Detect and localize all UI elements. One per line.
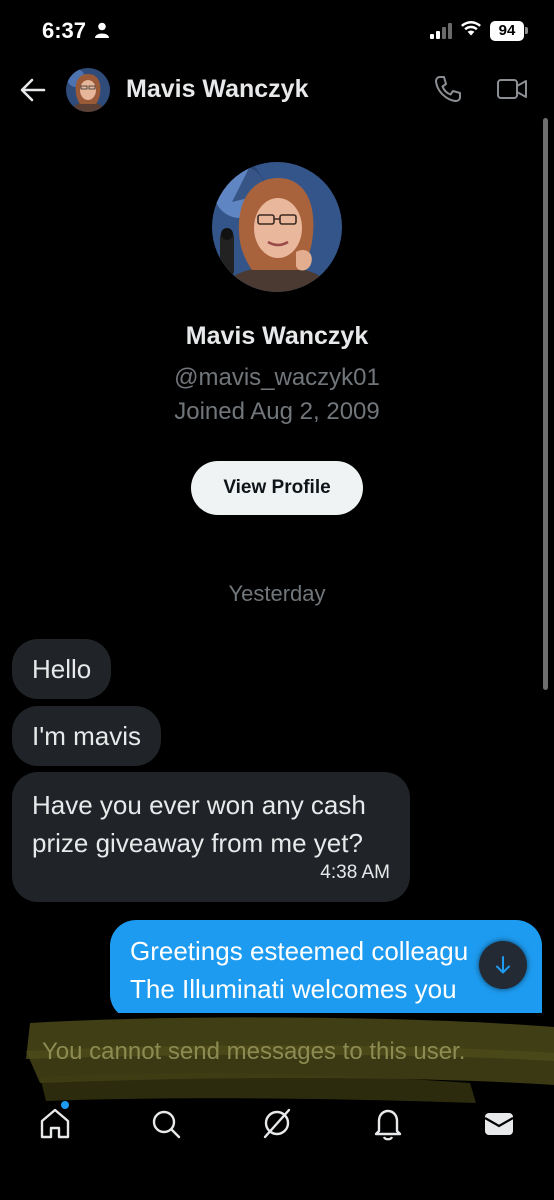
notice-text: You cannot send messages to this user.: [42, 1038, 466, 1065]
grok-icon: [263, 1108, 291, 1139]
home-icon: [40, 1108, 70, 1139]
bottom-tab-bar: [0, 1098, 554, 1150]
tab-notifications[interactable]: [368, 1104, 408, 1144]
conversation-header: Mavis Wanczyk: [0, 64, 554, 116]
contact-name[interactable]: Mavis Wanczyk: [126, 75, 308, 104]
incoming-message[interactable]: Hello: [12, 639, 112, 699]
view-profile-button[interactable]: View Profile: [191, 461, 363, 515]
envelope-icon: [484, 1113, 514, 1135]
messaging-disabled-notice: You cannot send messages to this user.: [0, 1013, 554, 1103]
unread-badge: [61, 1101, 69, 1109]
tab-search[interactable]: [146, 1104, 186, 1144]
profile-joined-date: Joined Aug 2, 2009: [174, 398, 380, 425]
scroll-to-bottom-button[interactable]: [479, 941, 527, 989]
profile-handle: @mavis_waczyk01: [174, 364, 380, 391]
arrow-down-icon: [496, 956, 510, 974]
tab-home[interactable]: [35, 1101, 75, 1144]
incoming-message[interactable]: Have you ever won any cash prize giveawa…: [12, 772, 410, 902]
outgoing-message[interactable]: Greetings esteemed colleagu The Illumina…: [110, 920, 542, 1020]
video-call-button[interactable]: [496, 76, 528, 102]
phone-icon: [435, 76, 461, 102]
bell-icon: [374, 1109, 402, 1141]
avatar[interactable]: [66, 68, 110, 112]
tab-messages[interactable]: [479, 1104, 519, 1144]
status-right: 94: [430, 20, 528, 41]
profile-avatar[interactable]: [212, 162, 342, 292]
message-timestamp: 4:38 AM: [320, 862, 390, 883]
arrow-left-icon: [20, 78, 46, 102]
voice-call-button[interactable]: [433, 74, 463, 104]
status-bar: 6:37 94: [0, 0, 554, 62]
battery-level: 94: [490, 20, 524, 41]
tab-grok[interactable]: [257, 1104, 297, 1144]
back-button[interactable]: [18, 76, 48, 104]
incoming-message[interactable]: I'm mavis: [12, 706, 161, 766]
battery-icon: 94: [490, 20, 528, 41]
video-camera-icon: [497, 79, 527, 99]
person-icon: [95, 22, 109, 43]
home-indicator-area: [0, 1150, 554, 1200]
date-divider: Yesterday: [228, 581, 326, 606]
search-icon: [152, 1110, 181, 1139]
profile-name: Mavis Wanczyk: [185, 322, 369, 350]
wifi-icon: [460, 20, 482, 41]
message-text: Have you ever won any cash prize giveawa…: [32, 790, 366, 858]
status-time: 6:37: [42, 18, 87, 43]
cellular-signal-icon: [430, 22, 452, 39]
